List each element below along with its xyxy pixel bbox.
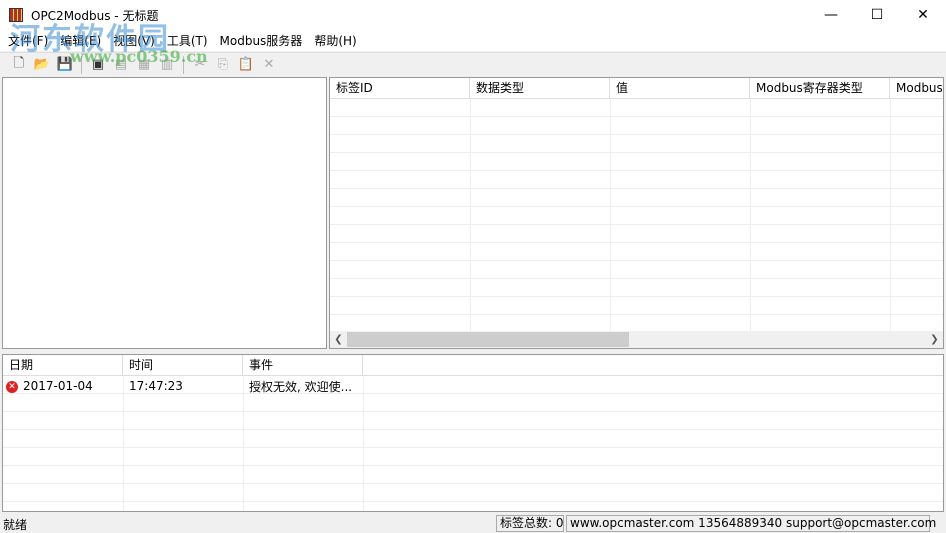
tag-table-header: 标签ID 数据类型 值 Modbus寄存器类型 Modbus [330,78,943,99]
delete-icon[interactable]: ✕ [260,56,278,74]
add-device-icon[interactable]: ▣ [89,56,107,74]
error-icon: ✕ [6,380,18,393]
open-icon[interactable]: 📂 [33,56,51,74]
column-data-type[interactable]: 数据类型 [470,78,610,98]
window-title: OPC2Modbus - 无标题 [31,8,159,23]
scroll-left-icon[interactable]: ❮ [330,334,347,345]
copy-icon[interactable]: ⎘ [214,56,232,74]
add-tag-icon[interactable]: ▦ [135,56,153,74]
event-log[interactable]: 日期 时间 事件 ✕ 2017-01-04 17:47:23 授权无效, 欢迎使.… [2,354,944,512]
maximize-button[interactable]: ☐ [854,0,900,30]
column-event[interactable]: 事件 [243,355,363,375]
column-modbus-address[interactable]: Modbus [890,78,943,98]
event-row[interactable]: ✕ 2017-01-04 17:47:23 授权无效, 欢迎使... [3,376,363,396]
menu-help[interactable]: 帮助(H) [308,32,362,49]
app-icon [9,8,23,22]
cut-icon[interactable]: ✂ [191,56,209,74]
tag-table-body [330,99,943,331]
event-time: 17:47:23 [129,379,183,393]
menu-modbus-server[interactable]: Modbus服务器 [214,32,309,49]
menu-tools[interactable]: 工具(T) [161,32,214,49]
column-modbus-register-type[interactable]: Modbus寄存器类型 [750,78,890,98]
add-group-icon[interactable]: ▤ [112,56,130,74]
column-tag-id[interactable]: 标签ID [330,78,470,98]
column-time[interactable]: 时间 [123,355,243,375]
properties-icon[interactable]: ▥ [158,56,176,74]
save-icon[interactable]: 💾 [56,56,74,74]
toolbar-separator [81,55,82,74]
menu-view[interactable]: 视图(V) [107,32,161,49]
title-bar: OPC2Modbus - 无标题 — ☐ ✕ [0,0,946,30]
column-date[interactable]: 日期 [3,355,123,375]
column-value[interactable]: 值 [610,78,750,98]
status-tag-count: 标签总数: 0 [496,515,564,532]
new-icon[interactable]: 🗋 [10,56,28,74]
event-log-header: 日期 时间 事件 [3,355,943,376]
scrollbar-thumb[interactable] [347,332,629,347]
menu-edit[interactable]: 编辑(E) [54,32,107,49]
close-button[interactable]: ✕ [900,0,946,30]
device-tree[interactable] [2,77,327,349]
paste-icon[interactable]: 📋 [237,56,255,74]
horizontal-scrollbar[interactable]: ❮ ❯ [330,331,943,348]
status-ready: 就绪 [3,518,28,532]
menu-bar: 文件(F) 编辑(E) 视图(V) 工具(T) Modbus服务器 帮助(H) [0,30,946,51]
event-text: 授权无效, 欢迎使... [249,379,353,394]
minimize-button[interactable]: — [808,0,854,30]
toolbar: 🗋 📂 💾 ▣ ▤ ▦ ▥ ✂ ⎘ 📋 ✕ [0,52,946,76]
status-bar: 就绪 标签总数: 0 www.opcmaster.com 13564889340… [0,513,946,533]
event-date: 2017-01-04 [23,379,93,393]
menu-file[interactable]: 文件(F) [2,32,54,49]
toolbar-separator [183,55,184,74]
tag-table[interactable]: 标签ID 数据类型 值 Modbus寄存器类型 Modbus ❮ ❯ [329,77,944,349]
status-contact: www.opcmaster.com 13564889340 support@op… [566,515,936,532]
scroll-right-icon[interactable]: ❯ [926,334,943,345]
